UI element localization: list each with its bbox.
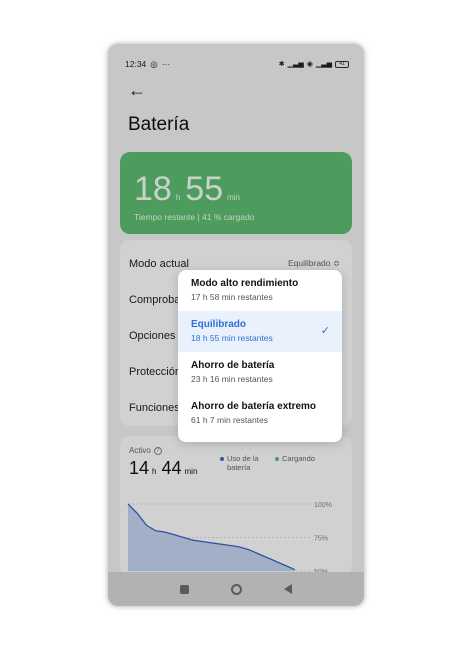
option-name: Ahorro de batería bbox=[191, 360, 275, 371]
battery-mode-popup: Modo alto rendimiento 17 h 58 min restan… bbox=[178, 270, 342, 442]
check-icon: ✓ bbox=[320, 325, 330, 337]
option-name: Ahorro de batería extremo bbox=[191, 401, 317, 412]
mode-option-extreme-saver[interactable]: Ahorro de batería extremo 61 h 7 min res… bbox=[178, 393, 342, 434]
option-name: Equilibrado bbox=[191, 319, 246, 330]
phone-frame: 12:34 ◎ ··· ✱ ▁▃▅ ◉ ▁▃▅ 41 ← Batería 18 … bbox=[108, 44, 364, 606]
mode-option-battery-saver[interactable]: Ahorro de batería 23 h 16 min restantes bbox=[178, 352, 342, 393]
mode-option-balanced[interactable]: Equilibrado 18 h 55 min restantes ✓ bbox=[178, 311, 342, 352]
battery-screen: 12:34 ◎ ··· ✱ ▁▃▅ ◉ ▁▃▅ 41 ← Batería 18 … bbox=[108, 44, 364, 606]
option-name: Modo alto rendimiento bbox=[191, 278, 299, 289]
option-remaining: 61 h 7 min restantes bbox=[191, 415, 269, 425]
mode-option-high-performance[interactable]: Modo alto rendimiento 17 h 58 min restan… bbox=[178, 270, 342, 311]
option-remaining: 17 h 58 min restantes bbox=[191, 292, 273, 302]
option-remaining: 18 h 55 min restantes bbox=[191, 333, 273, 343]
option-remaining: 23 h 16 min restantes bbox=[191, 374, 273, 384]
